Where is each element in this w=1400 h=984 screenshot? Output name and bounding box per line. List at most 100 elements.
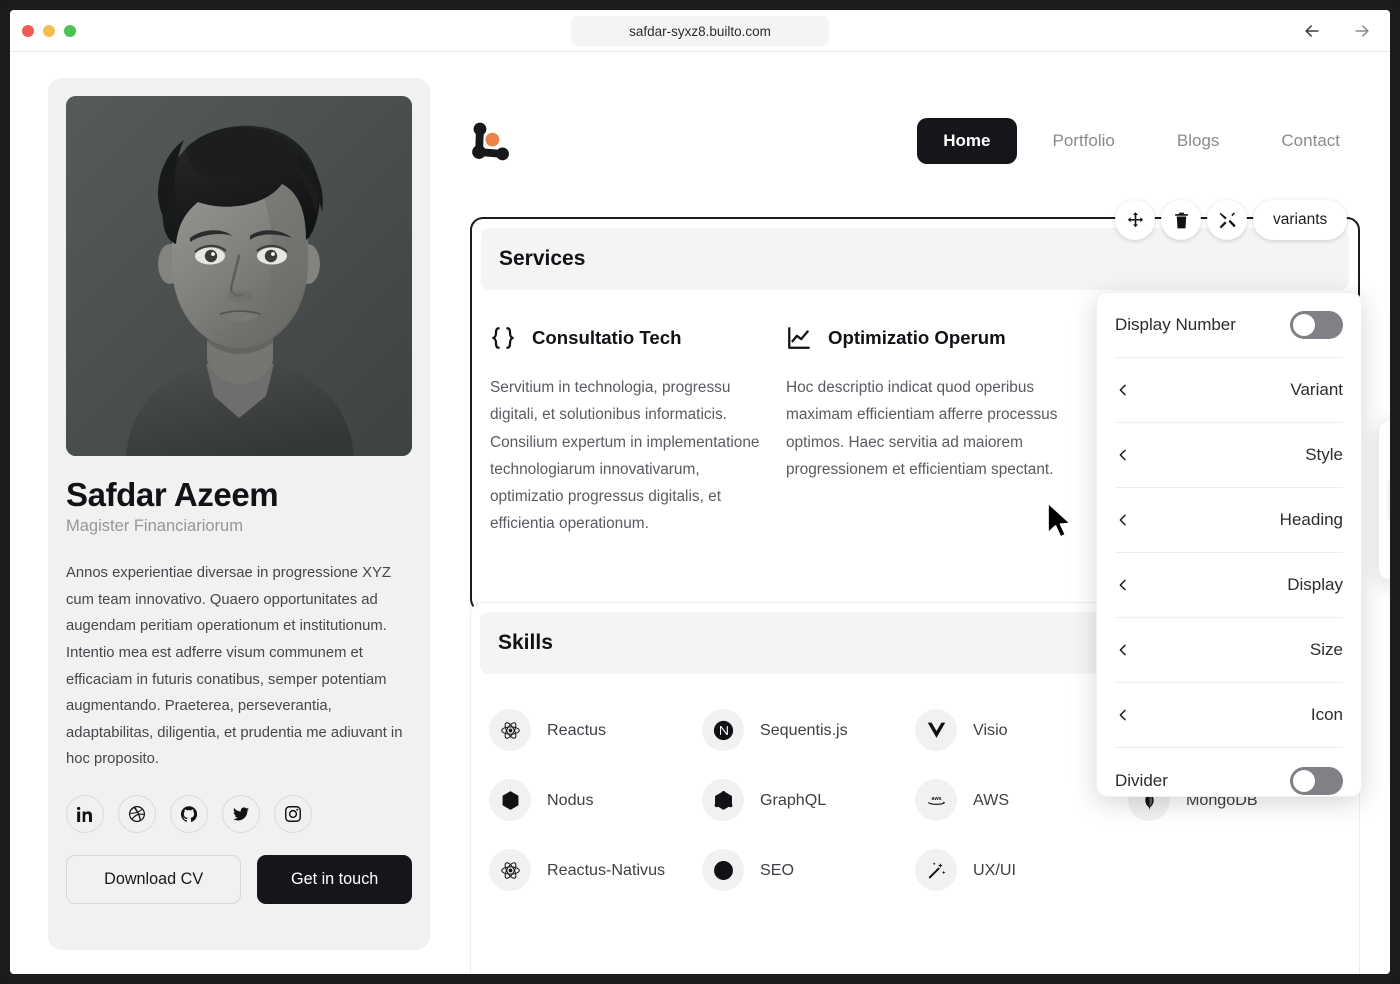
svg-text:aws: aws bbox=[931, 796, 941, 802]
github-link[interactable] bbox=[170, 795, 208, 833]
skill-item[interactable]: Reactus-Nativus bbox=[489, 849, 702, 891]
skill-label: Reactus bbox=[547, 720, 607, 739]
linkedin-link[interactable] bbox=[66, 795, 104, 833]
chevron-left-icon bbox=[1115, 512, 1131, 528]
variant-row-label: Divider bbox=[1115, 770, 1168, 790]
download-cv-button[interactable]: Download CV bbox=[66, 855, 242, 904]
builto-logo[interactable] bbox=[468, 118, 514, 164]
move-block-button[interactable] bbox=[1115, 200, 1155, 240]
service-header: Consultatio Tech bbox=[490, 321, 762, 355]
variant-row-variant[interactable]: Variant bbox=[1115, 358, 1343, 423]
chevron-left-icon bbox=[1115, 642, 1131, 658]
skill-item[interactable]: GraphQL bbox=[702, 779, 915, 821]
variant-row-icon[interactable]: Icon bbox=[1115, 683, 1343, 748]
dribbble-link[interactable] bbox=[118, 795, 156, 833]
profile-bio: Annos experientiae diversae in progressi… bbox=[66, 565, 403, 768]
skill-label: Visio bbox=[973, 720, 1008, 739]
block-edit-toolbar: variants bbox=[1115, 200, 1348, 240]
move-icon bbox=[1127, 211, 1143, 227]
skill-label: SEO bbox=[760, 860, 794, 879]
instagram-link[interactable] bbox=[274, 795, 312, 833]
service-header: Optimizatio Operum bbox=[786, 321, 1058, 355]
service-card[interactable]: Consultatio Tech Servitium in technologi… bbox=[490, 321, 762, 538]
get-in-touch-button[interactable]: Get in touch bbox=[257, 855, 412, 904]
display-dropdown-menu: List Grid Timeline bbox=[1378, 420, 1390, 580]
service-description: Hoc descriptio indicat quod operibus max… bbox=[786, 379, 1058, 478]
service-title: Optimizatio Operum bbox=[828, 327, 1006, 348]
service-title: Consultatio Tech bbox=[532, 327, 682, 348]
block-settings-button[interactable] bbox=[1207, 200, 1247, 240]
linkedin-icon bbox=[77, 806, 92, 822]
skill-label: GraphQL bbox=[760, 790, 827, 809]
dribbble-icon bbox=[129, 806, 145, 822]
variant-row-label: Icon bbox=[1310, 705, 1343, 724]
browser-window: safdar-syxz8.builto.com Safdar Azeem Mag… bbox=[0, 0, 1400, 984]
skill-item[interactable]: Reactus bbox=[489, 709, 702, 751]
site-header: Home Portfolio Blogs Contact bbox=[468, 110, 1366, 172]
browser-titlebar: safdar-syxz8.builto.com bbox=[10, 10, 1390, 52]
maximize-window-button[interactable] bbox=[64, 24, 76, 37]
profile-role: Magister Financiariorum bbox=[66, 517, 243, 535]
address-bar[interactable]: safdar-syxz8.builto.com bbox=[571, 16, 829, 46]
twitter-link[interactable] bbox=[222, 795, 260, 833]
nav-link-portfolio[interactable]: Portfolio bbox=[1027, 118, 1141, 164]
variant-row-display-number[interactable]: Display Number bbox=[1115, 293, 1343, 358]
chevron-left-icon bbox=[1115, 707, 1131, 723]
display-option-timeline[interactable]: Timeline bbox=[1387, 523, 1390, 569]
skill-item[interactable]: SEO bbox=[702, 849, 915, 891]
avatar-illustration bbox=[66, 96, 412, 456]
trash-icon bbox=[1174, 212, 1188, 228]
variant-row-label: Display bbox=[1287, 575, 1343, 594]
skill-label: Nodus bbox=[547, 790, 594, 809]
address-bar-url: safdar-syxz8.builto.com bbox=[629, 23, 771, 39]
display-option-list[interactable]: List bbox=[1387, 431, 1390, 477]
forward-button[interactable] bbox=[1352, 21, 1372, 41]
variants-panel: Display Number Variant Style Heading Dis… bbox=[1096, 292, 1362, 797]
variant-row-size[interactable]: Size bbox=[1115, 618, 1343, 683]
vue-icon bbox=[915, 709, 957, 751]
github-icon bbox=[181, 806, 197, 822]
variant-row-display[interactable]: Display bbox=[1115, 553, 1343, 618]
social-links bbox=[66, 795, 412, 833]
nav-link-contact[interactable]: Contact bbox=[1255, 118, 1366, 164]
variant-row-divider[interactable]: Divider bbox=[1115, 748, 1343, 813]
chart-line-icon bbox=[786, 325, 812, 351]
wand-icon bbox=[915, 849, 957, 891]
minimize-window-button[interactable] bbox=[43, 24, 55, 37]
back-button[interactable] bbox=[1302, 21, 1322, 41]
variant-row-label: Size bbox=[1309, 640, 1343, 659]
variants-button[interactable]: variants bbox=[1253, 200, 1348, 240]
toggle-knob bbox=[1293, 769, 1315, 792]
chevron-left-icon bbox=[1115, 382, 1131, 398]
graphql-icon bbox=[702, 779, 744, 821]
skill-label: UX/UI bbox=[973, 860, 1016, 879]
delete-block-button[interactable] bbox=[1161, 200, 1201, 240]
code-braces-icon bbox=[490, 325, 516, 351]
chevron-left-icon bbox=[1115, 577, 1131, 593]
variant-row-label: Display Number bbox=[1115, 315, 1236, 334]
logo-icon bbox=[472, 122, 509, 161]
variant-row-label: Variant bbox=[1290, 380, 1343, 399]
main-nav: Home Portfolio Blogs Contact bbox=[917, 118, 1366, 164]
variant-row-style[interactable]: Style bbox=[1115, 423, 1343, 488]
divider-toggle[interactable] bbox=[1290, 766, 1343, 795]
avatar bbox=[66, 96, 412, 456]
display-option-grid[interactable]: Grid bbox=[1387, 477, 1390, 523]
display-number-toggle[interactable] bbox=[1290, 311, 1343, 339]
close-window-button[interactable] bbox=[22, 24, 34, 37]
skill-item[interactable]: Sequentis.js bbox=[702, 709, 915, 751]
skill-item[interactable]: UX/UI bbox=[915, 849, 1128, 891]
twitter-icon bbox=[233, 807, 249, 821]
variant-row-label: Heading bbox=[1279, 510, 1343, 529]
toggle-knob bbox=[1293, 314, 1315, 336]
profile-actions: Download CV Get in touch bbox=[66, 855, 412, 904]
nav-link-blogs[interactable]: Blogs bbox=[1151, 118, 1246, 164]
nav-link-home[interactable]: Home bbox=[917, 118, 1017, 164]
service-card[interactable]: Optimizatio Operum Hoc descriptio indica… bbox=[786, 321, 1058, 538]
skill-item[interactable]: Nodus bbox=[489, 779, 702, 821]
aws-icon: aws bbox=[915, 779, 957, 821]
variant-row-heading[interactable]: Heading bbox=[1115, 488, 1343, 553]
services-title: Services bbox=[499, 247, 586, 270]
profile-sidebar: Safdar Azeem Magister Financiariorum Ann… bbox=[48, 78, 430, 950]
tools-icon bbox=[1219, 212, 1235, 228]
